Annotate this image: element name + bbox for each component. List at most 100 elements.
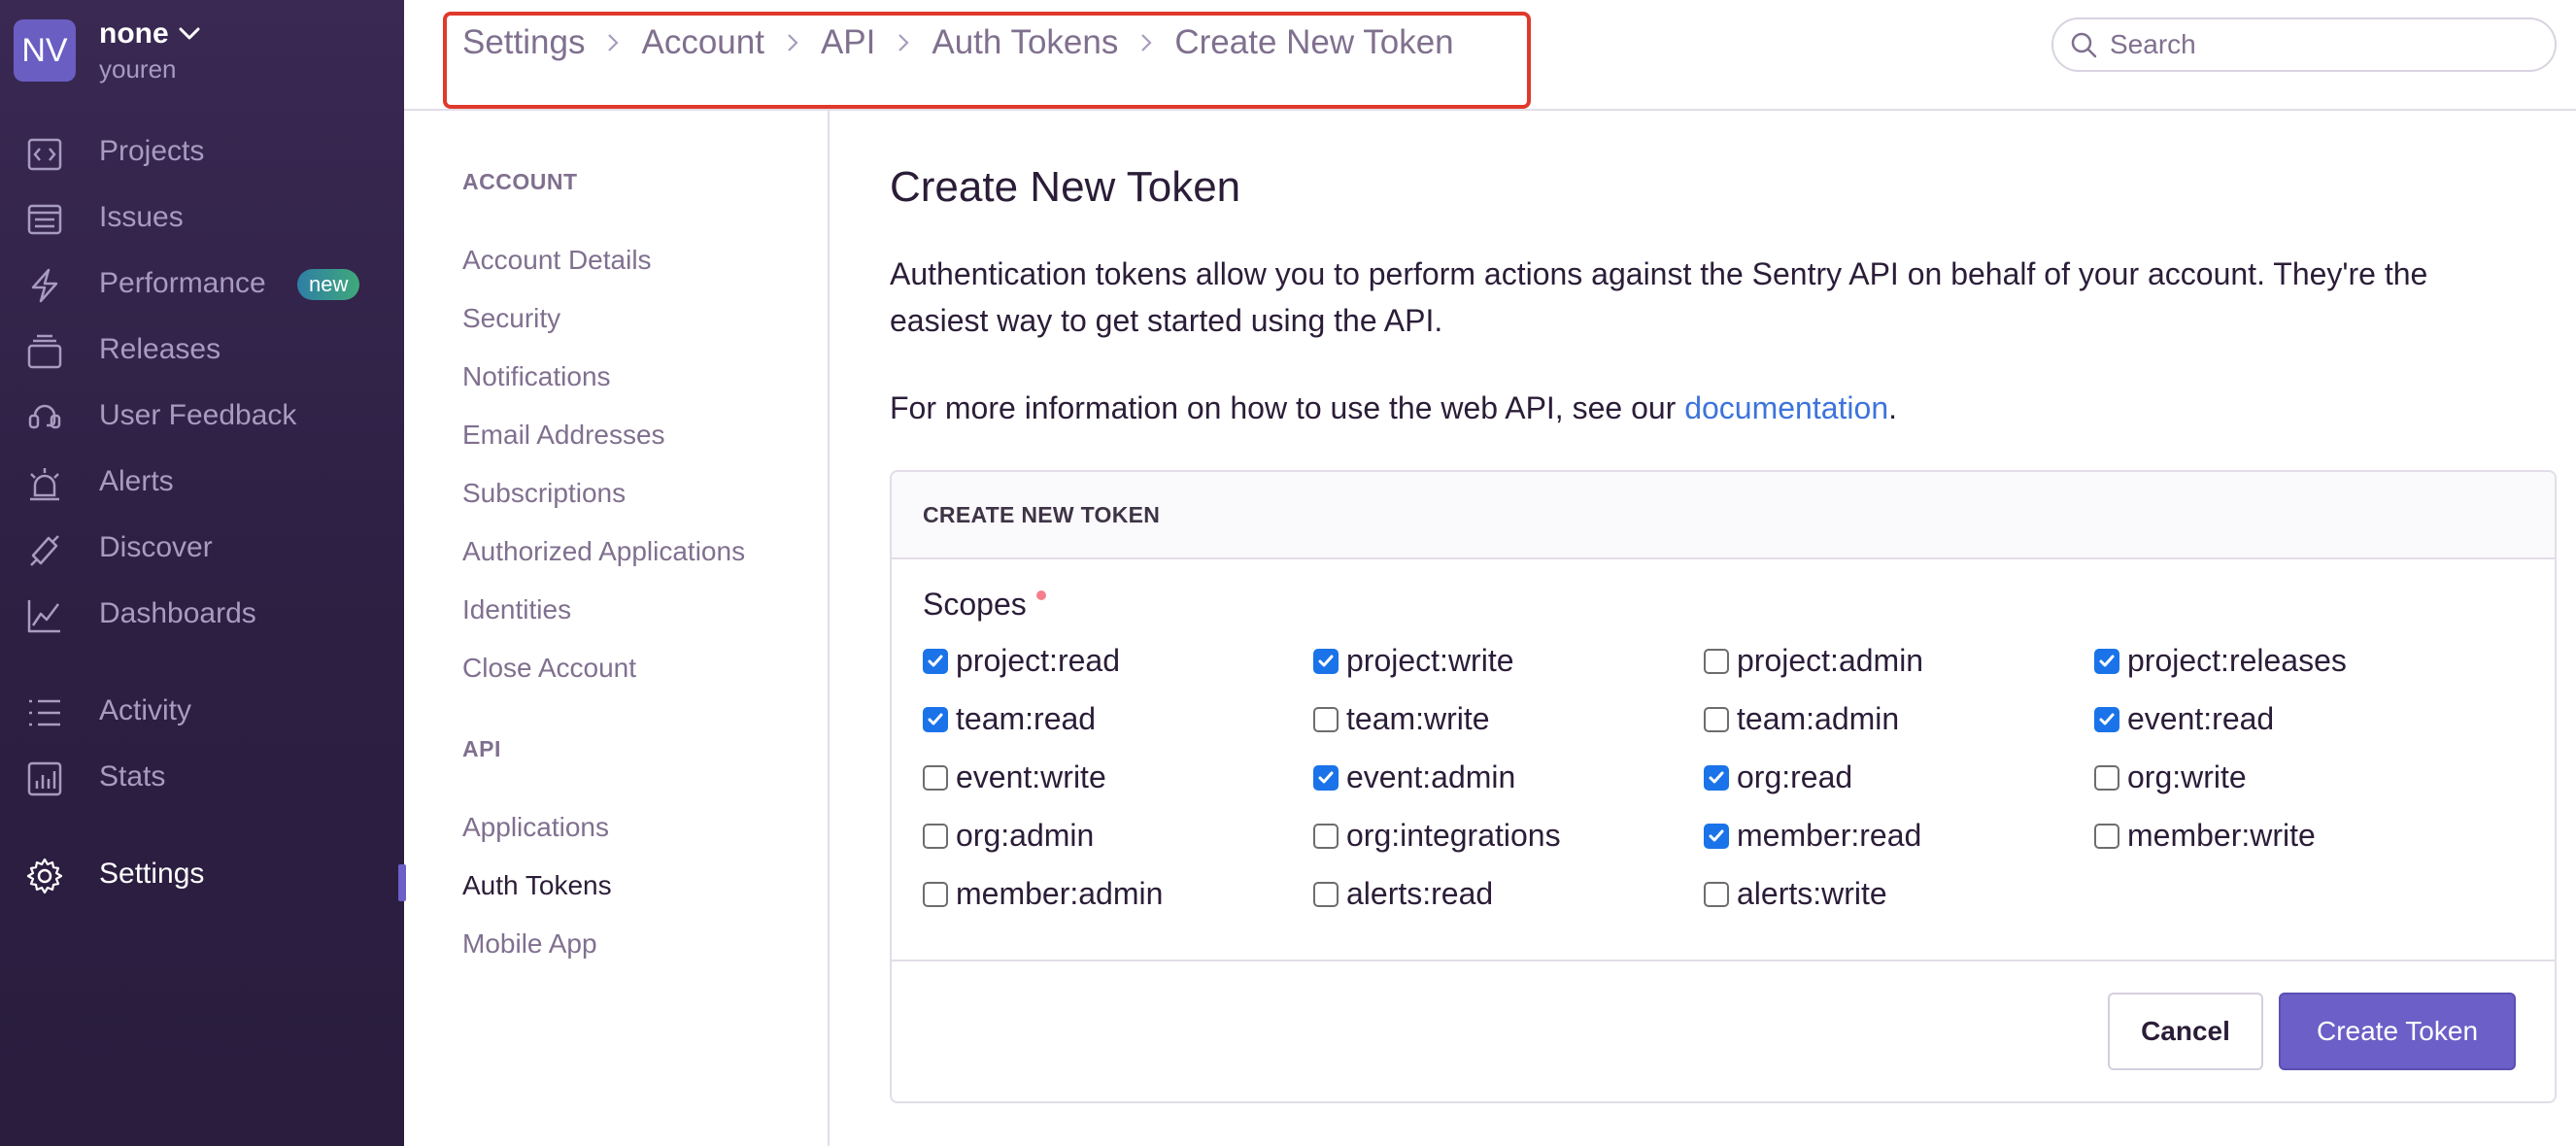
issues-icon <box>27 204 62 235</box>
checkmark-icon <box>928 655 943 666</box>
sidebar-item-discover[interactable]: Discover <box>0 519 404 577</box>
scope-team-write[interactable]: team:write <box>1313 701 1490 737</box>
breadcrumb-api[interactable]: API <box>821 23 875 62</box>
documentation-link[interactable]: documentation <box>1684 390 1888 425</box>
sidebar-item-label: Settings <box>99 858 205 890</box>
scope-checkbox[interactable] <box>1704 823 1729 849</box>
scope-org-read[interactable]: org:read <box>1704 759 1852 795</box>
scope-checkbox[interactable] <box>923 881 948 907</box>
sidebar-item-settings[interactable]: Settings <box>0 845 404 903</box>
scope-checkbox[interactable] <box>1313 764 1339 791</box>
scope-checkbox[interactable] <box>1704 764 1729 791</box>
scope-project-admin[interactable]: project:admin <box>1704 643 1923 679</box>
scope-team-admin[interactable]: team:admin <box>1704 701 1899 737</box>
breadcrumb-create-new-token: Create New Token <box>1174 23 1454 61</box>
scope-project-releases[interactable]: project:releases <box>2094 643 2347 679</box>
scope-member-write[interactable]: member:write <box>2094 818 2316 854</box>
settings-link-mobile-app[interactable]: Mobile App <box>462 928 597 960</box>
sidebar-item-user-feedback[interactable]: User Feedback <box>0 387 404 445</box>
sidebar-item-label: Alerts <box>99 465 174 497</box>
settings-link-applications[interactable]: Applications <box>462 812 609 843</box>
scope-checkbox[interactable] <box>1313 648 1339 674</box>
sidebar-item-projects[interactable]: Projects <box>0 122 404 181</box>
settings-link-account-details[interactable]: Account Details <box>462 245 652 276</box>
scope-checkbox[interactable] <box>923 706 948 732</box>
scope-label: project:releases <box>2127 643 2347 678</box>
checkmark-icon <box>2099 655 2115 666</box>
breadcrumb-settings[interactable]: Settings <box>462 23 585 62</box>
sidebar-item-issues[interactable]: Issues <box>0 188 404 247</box>
breadcrumb-account[interactable]: Account <box>641 23 763 62</box>
scope-checkbox[interactable] <box>1704 648 1729 674</box>
sidebar-item-alerts[interactable]: Alerts <box>0 453 404 511</box>
settings-link-email-addresses[interactable]: Email Addresses <box>462 420 665 451</box>
scope-org-write[interactable]: org:write <box>2094 759 2247 795</box>
search-input[interactable] <box>2110 29 2518 60</box>
scope-team-read[interactable]: team:read <box>923 701 1096 737</box>
scope-project-write[interactable]: project:write <box>1313 643 1514 679</box>
settings-link-identities[interactable]: Identities <box>462 594 571 625</box>
scope-org-integrations[interactable]: org:integrations <box>1313 818 1561 854</box>
settings-link-authorized-applications[interactable]: Authorized Applications <box>462 536 745 567</box>
org-username: youren <box>99 54 177 84</box>
org-switcher[interactable]: NV none youren <box>14 17 200 84</box>
scope-checkbox[interactable] <box>2094 823 2119 849</box>
scope-alerts-write[interactable]: alerts:write <box>1704 876 1887 912</box>
scope-checkbox[interactable] <box>923 823 948 849</box>
breadcrumb-auth-tokens[interactable]: Auth Tokens <box>932 23 1118 62</box>
scope-checkbox[interactable] <box>1704 881 1729 907</box>
checkmark-icon <box>1709 829 1724 841</box>
scope-event-admin[interactable]: event:admin <box>1313 759 1515 795</box>
scope-label: alerts:read <box>1346 876 1494 911</box>
page-title: Create New Token <box>890 163 1241 211</box>
search-box[interactable] <box>2051 17 2557 72</box>
sidebar-item-performance[interactable]: Performance new <box>0 254 404 313</box>
scope-project-read[interactable]: project:read <box>923 643 1120 679</box>
main-content: Create New Token Authentication tokens a… <box>831 111 2576 1146</box>
chevron-right-icon <box>1139 32 1153 53</box>
scope-member-read[interactable]: member:read <box>1704 818 1921 854</box>
sidebar-item-dashboards[interactable]: Dashboards <box>0 585 404 643</box>
sidebar-item-releases[interactable]: Releases <box>0 320 404 379</box>
scope-label: org:admin <box>956 818 1095 853</box>
scope-checkbox[interactable] <box>2094 706 2119 732</box>
sidebar-item-label: Stats <box>99 760 166 792</box>
scope-org-admin[interactable]: org:admin <box>923 818 1094 854</box>
scope-label: team:admin <box>1737 701 1900 736</box>
scope-alerts-read[interactable]: alerts:read <box>1313 876 1493 912</box>
scope-label: project:read <box>956 643 1120 678</box>
scope-event-write[interactable]: event:write <box>923 759 1106 795</box>
settings-link-security[interactable]: Security <box>462 303 560 334</box>
scope-checkbox[interactable] <box>923 648 948 674</box>
checkmark-icon <box>1318 771 1334 783</box>
panel-footer: Cancel Create Token <box>892 960 2555 1101</box>
cancel-button[interactable]: Cancel <box>2108 993 2263 1070</box>
sidebar-item-stats[interactable]: Stats <box>0 748 404 806</box>
scope-label: event:admin <box>1346 759 1516 794</box>
settings-link-close-account[interactable]: Close Account <box>462 653 636 684</box>
scope-checkbox[interactable] <box>2094 648 2119 674</box>
scope-label: event:read <box>2127 701 2275 736</box>
scope-member-admin[interactable]: member:admin <box>923 876 1163 912</box>
settings-link-auth-tokens[interactable]: Auth Tokens <box>462 870 612 901</box>
settings-link-notifications[interactable]: Notifications <box>462 361 611 392</box>
scope-checkbox[interactable] <box>1313 706 1339 732</box>
top-bar: Settings Account API Auth Tokens Create … <box>404 0 2576 111</box>
scope-checkbox[interactable] <box>1313 823 1339 849</box>
dashboards-icon <box>27 600 60 633</box>
scope-event-read[interactable]: event:read <box>2094 701 2274 737</box>
scope-label: alerts:write <box>1737 876 1887 911</box>
sidebar-item-label: Releases <box>99 333 221 365</box>
checkmark-icon <box>1709 771 1724 783</box>
scope-checkbox[interactable] <box>1704 706 1729 732</box>
settings-link-subscriptions[interactable]: Subscriptions <box>462 478 626 509</box>
scope-checkbox[interactable] <box>2094 764 2119 791</box>
sidebar-item-label: User Feedback <box>99 399 297 431</box>
scope-checkbox[interactable] <box>1313 881 1339 907</box>
scope-checkbox[interactable] <box>923 764 948 791</box>
sidebar-item-label: Projects <box>99 135 205 167</box>
scope-label: member:read <box>1737 818 1922 853</box>
sidebar-item-activity[interactable]: Activity <box>0 682 404 740</box>
stats-icon <box>27 761 62 796</box>
create-token-button[interactable]: Create Token <box>2279 993 2516 1070</box>
